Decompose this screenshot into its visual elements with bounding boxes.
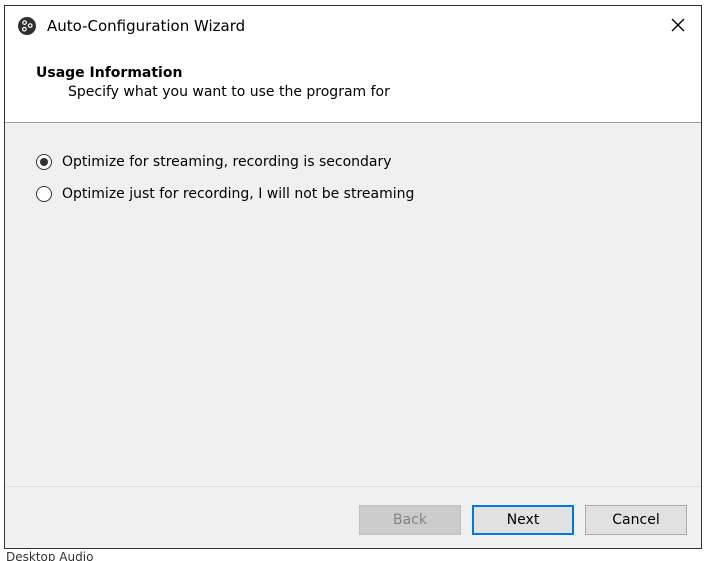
next-button[interactable]: Next <box>472 505 574 535</box>
recording-radio-button[interactable] <box>36 186 52 202</box>
wizard-page-header: Usage Information Specify what you want … <box>5 46 701 123</box>
window-title: Auto-Configuration Wizard <box>47 17 246 35</box>
page-title: Usage Information <box>36 65 183 81</box>
auto-configuration-wizard-dialog: Auto-Configuration Wizard Usage Informat… <box>4 5 702 549</box>
page-subtitle: Specify what you want to use the program… <box>68 84 390 100</box>
usage-options-group: Optimize for streaming, recording is sec… <box>36 146 414 210</box>
close-icon <box>671 17 685 36</box>
background-desktop-audio-label: Desktop Audio <box>6 550 94 561</box>
button-bar: Back Next Cancel <box>5 486 701 548</box>
streaming-radio-button[interactable] <box>36 154 52 170</box>
option-streaming[interactable]: Optimize for streaming, recording is sec… <box>36 146 414 178</box>
option-recording[interactable]: Optimize just for recording, I will not … <box>36 178 414 210</box>
obs-logo-icon <box>18 17 36 35</box>
streaming-option-label[interactable]: Optimize for streaming, recording is sec… <box>62 154 392 170</box>
recording-option-label[interactable]: Optimize just for recording, I will not … <box>62 186 414 202</box>
title-bar: Auto-Configuration Wizard <box>5 6 701 46</box>
back-button[interactable]: Back <box>359 505 461 535</box>
close-button[interactable] <box>655 6 701 46</box>
cancel-button[interactable]: Cancel <box>585 505 687 535</box>
